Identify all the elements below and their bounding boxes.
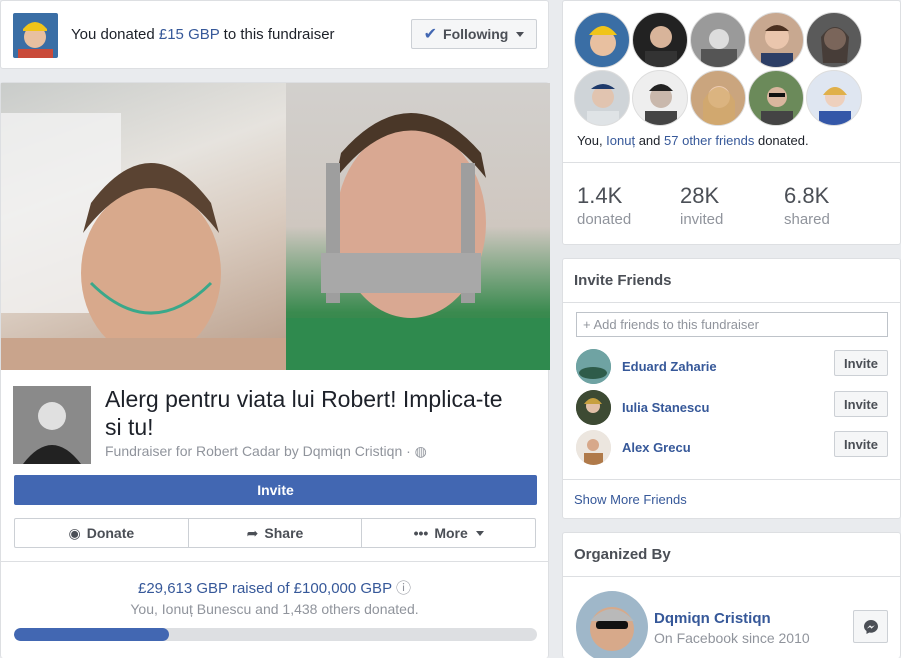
- share-button[interactable]: ➦ Share: [189, 519, 363, 547]
- donation-prefix: You donated: [71, 26, 159, 43]
- organized-by-card: Organized By Dqmiqn Cristiqn On Facebook…: [562, 532, 901, 658]
- friend-avatar[interactable]: [748, 70, 804, 126]
- chevron-down-icon: [475, 530, 484, 536]
- friend-name[interactable]: Alex Grecu: [622, 440, 691, 455]
- stat-label: invited: [680, 211, 724, 228]
- divider: [563, 576, 900, 577]
- amount-raised[interactable]: £29,613 GBP raised of £100,000 GBP ⓘ: [1, 577, 548, 598]
- friend-avatar[interactable]: [632, 12, 688, 68]
- friends-donated-card: You, Ionuț and 57 other friends donated.…: [562, 0, 901, 245]
- stat-donated: 1.4K donated: [577, 183, 631, 228]
- friend-avatar[interactable]: [806, 12, 862, 68]
- friend-name[interactable]: Iulia Stanescu: [622, 400, 709, 415]
- stat-shared: 6.8K shared: [784, 183, 830, 228]
- donate-button[interactable]: ◉ Donate: [15, 519, 189, 547]
- and-label: and: [635, 133, 665, 148]
- friend-avatar[interactable]: [806, 70, 862, 126]
- friend-row: Eduard Zaharie Invite: [576, 349, 888, 385]
- stat-label: donated: [577, 211, 632, 228]
- friend-avatar[interactable]: [576, 390, 611, 425]
- show-more-friends-link[interactable]: Show More Friends: [574, 492, 687, 507]
- more-button[interactable]: ••• More: [362, 519, 535, 547]
- chevron-down-icon: [516, 31, 525, 37]
- invite-button[interactable]: Invite: [14, 475, 537, 505]
- friend-avatar[interactable]: [574, 70, 630, 126]
- action-bar: ◉ Donate ➦ Share ••• More: [14, 518, 536, 548]
- checkmark-icon: ✔: [423, 26, 438, 43]
- friend-row: Alex Grecu Invite: [576, 430, 888, 466]
- following-label: Following: [443, 26, 509, 42]
- share-arrow-icon: ➦: [246, 524, 259, 541]
- globe-icon: ◍: [414, 443, 427, 459]
- invite-friend-button[interactable]: Invite: [834, 431, 888, 457]
- divider: [563, 302, 900, 303]
- fundraiser-subtitle-text: Fundraiser for Robert Cadar by Dqmiqn Cr…: [105, 443, 411, 459]
- other-friends-link[interactable]: 57 other friends: [664, 133, 754, 148]
- stat-invited: 28K invited: [680, 183, 723, 228]
- donated-suffix: donated.: [754, 133, 809, 148]
- donors-summary[interactable]: You, Ionuț Bunescu and 1,438 others dona…: [1, 601, 548, 617]
- fundraiser-card: Alerg pentru viata lui Robert! Implica-t…: [0, 82, 550, 658]
- friend-row: Iulia Stanescu Invite: [576, 390, 888, 426]
- cover-photo-right: [286, 83, 550, 370]
- stat-value: 1.4K: [577, 183, 623, 208]
- friends-donated-summary: You, Ionuț and 57 other friends donated.: [577, 133, 809, 148]
- organized-by-heading: Organized By: [574, 546, 671, 563]
- friend-avatar[interactable]: [690, 70, 746, 126]
- cover-photo-left: [1, 83, 286, 370]
- donation-banner: You donated £15 GBP to this fundraiser ✔…: [0, 0, 549, 69]
- stat-value: 6.8K: [784, 183, 830, 208]
- friend-name[interactable]: Eduard Zaharie: [622, 359, 717, 374]
- donation-suffix: to this fundraiser: [219, 26, 335, 43]
- invite-friends-heading: Invite Friends: [574, 272, 672, 289]
- organizer-avatar[interactable]: [576, 591, 648, 658]
- message-button[interactable]: [853, 610, 888, 643]
- cover-photo[interactable]: [1, 83, 550, 370]
- invite-friend-button[interactable]: Invite: [834, 391, 888, 417]
- fundraiser-subtitle: Fundraiser for Robert Cadar by Dqmiqn Cr…: [105, 443, 427, 460]
- you-label: You,: [577, 133, 607, 148]
- following-button[interactable]: ✔ Following: [411, 19, 537, 49]
- donation-amount: £15 GBP: [158, 26, 220, 43]
- divider: [563, 479, 900, 480]
- donation-message: You donated £15 GBP to this fundraiser: [71, 26, 335, 43]
- divider: [1, 561, 548, 562]
- friend-avatar[interactable]: [748, 12, 804, 68]
- friend-avatar[interactable]: [576, 430, 611, 465]
- stat-label: shared: [784, 211, 830, 228]
- invite-friend-button[interactable]: Invite: [834, 350, 888, 376]
- organizer-thumbnail[interactable]: [13, 386, 91, 464]
- progress-bar: [14, 628, 537, 641]
- add-friends-input[interactable]: + Add friends to this fundraiser: [576, 312, 888, 337]
- fundraiser-title: Alerg pentru viata lui Robert! Implica-t…: [105, 386, 503, 440]
- share-label: Share: [264, 525, 304, 541]
- friend-avatar[interactable]: [690, 12, 746, 68]
- friend-link[interactable]: Ionuț: [606, 133, 635, 148]
- user-avatar[interactable]: [13, 13, 58, 58]
- amount-raised-text: £29,613 GBP raised of £100,000 GBP: [138, 580, 392, 597]
- organizer-name[interactable]: Dqmiqn Cristiqn: [654, 610, 771, 627]
- friend-avatar[interactable]: [574, 12, 630, 68]
- info-icon[interactable]: ⓘ: [396, 580, 411, 597]
- friend-avatar[interactable]: [632, 70, 688, 126]
- friend-avatar[interactable]: [576, 349, 611, 384]
- invite-friends-card: Invite Friends + Add friends to this fun…: [562, 258, 901, 519]
- ellipsis-icon: •••: [413, 525, 429, 541]
- progress-bar-fill: [14, 628, 169, 641]
- divider: [563, 162, 900, 163]
- donate-label: Donate: [86, 525, 135, 541]
- stat-value: 28K: [680, 183, 720, 208]
- donate-icon: ◉: [68, 524, 81, 541]
- messenger-icon: [863, 619, 878, 634]
- more-label: More: [434, 525, 468, 541]
- organizer-since: On Facebook since 2010: [654, 630, 810, 646]
